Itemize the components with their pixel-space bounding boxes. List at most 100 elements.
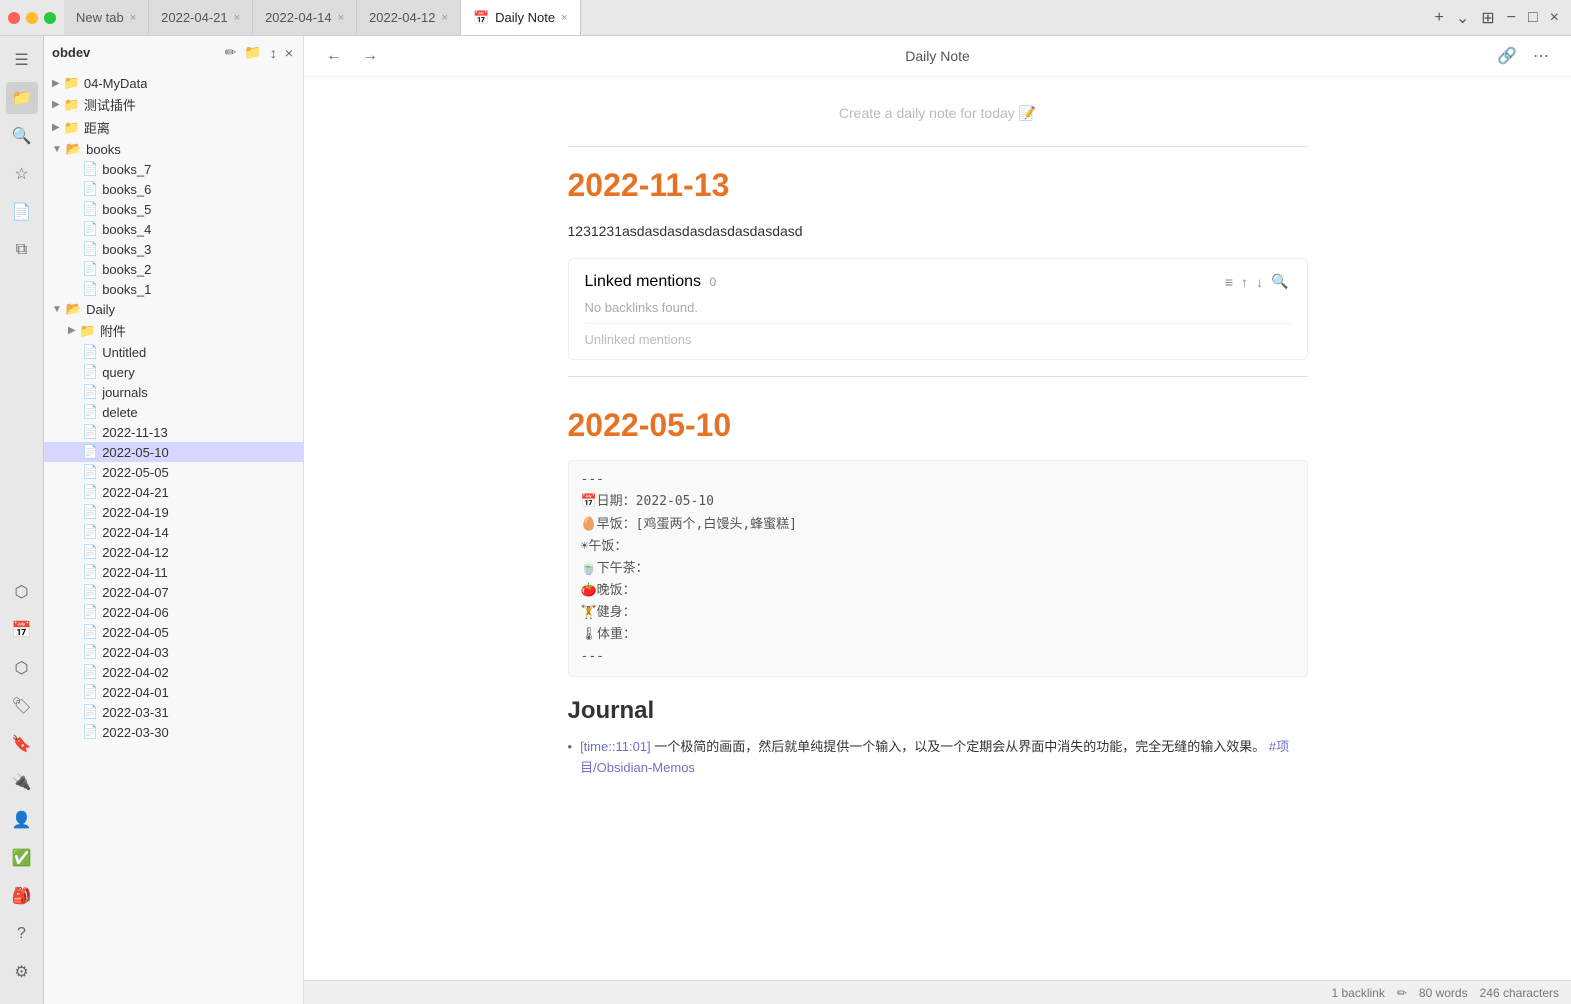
file-icon: 📄 [82, 484, 98, 500]
tree-item-2022-04-11[interactable]: 📄2022-04-11 [44, 562, 303, 582]
tree-item-books_6[interactable]: 📄books_6 [44, 179, 303, 199]
tree-item-books_3[interactable]: 📄books_3 [44, 239, 303, 259]
tree-item-2022-04-02[interactable]: 📄2022-04-02 [44, 662, 303, 682]
star-icon[interactable]: ☆ [6, 158, 38, 190]
tags-icon[interactable]: 🏷 [6, 690, 38, 722]
file-icon: 📄 [82, 404, 98, 420]
new-tab-button[interactable]: + [1430, 7, 1447, 29]
tab-close-2022-04-14[interactable]: × [338, 12, 344, 24]
sort-asc-button[interactable]: ↑ [1239, 271, 1250, 292]
close-window-button[interactable] [8, 12, 20, 24]
tree-item-2022-04-03[interactable]: 📄2022-04-03 [44, 642, 303, 662]
person-icon[interactable]: 👤 [6, 804, 38, 836]
search-backlinks-button[interactable]: 🔍 [1269, 271, 1290, 292]
tab-daily-note[interactable]: 📅Daily Note× [461, 0, 581, 35]
tree-item-2022-11-13[interactable]: 📄2022-11-13 [44, 422, 303, 442]
file-icon: 📄 [82, 384, 98, 400]
forward-button[interactable]: → [356, 45, 384, 67]
tree-item-2022-05-05[interactable]: 📄2022-05-05 [44, 462, 303, 482]
file-icon: 📄 [82, 544, 98, 560]
tree-item-距离[interactable]: ▶📁距离 [44, 116, 303, 139]
file-icon: 📄 [82, 644, 98, 660]
tree-arrow-icon: ▶ [68, 325, 76, 336]
tree-item-2022-03-30[interactable]: 📄2022-03-30 [44, 722, 303, 742]
link-button[interactable]: 🔗 [1491, 44, 1523, 68]
new-folder-button[interactable]: 📁 [242, 42, 263, 63]
help-icon[interactable]: ? [6, 918, 38, 950]
bookmark-icon[interactable]: 🔖 [6, 728, 38, 760]
linked-mentions-title: Linked mentions 0 [585, 273, 717, 291]
split-view-button[interactable]: ⊞ [1477, 6, 1498, 30]
tree-item-2022-05-10[interactable]: 📄2022-05-10 [44, 442, 303, 462]
tree-item-books[interactable]: ▼📂books [44, 139, 303, 159]
words-status: 80 words [1419, 986, 1468, 1000]
tree-arrow-icon: ▶ [52, 78, 60, 89]
time-link[interactable]: [time::11:01] [580, 739, 651, 754]
tree-item-2022-04-01[interactable]: 📄2022-04-01 [44, 682, 303, 702]
tree-item-2022-04-19[interactable]: 📄2022-04-19 [44, 502, 303, 522]
sort-button[interactable]: ↕ [268, 42, 279, 63]
note-body-1: 1231231asdasdasdasdasdasdasdasd [568, 220, 1308, 242]
close-button[interactable]: × [1546, 7, 1563, 29]
minimize-window-button[interactable] [26, 12, 38, 24]
tab-new-tab[interactable]: New tab× [64, 0, 149, 35]
tab-close-2022-04-21[interactable]: × [234, 12, 240, 24]
more-button[interactable]: ⋯ [1527, 44, 1555, 68]
tab-2022-04-12[interactable]: 2022-04-12× [357, 0, 461, 35]
tree-item-2022-04-07[interactable]: 📄2022-04-07 [44, 582, 303, 602]
content-area: ← → Daily Note 🔗 ⋯ Create a daily note f… [304, 36, 1571, 1004]
tab-close-new-tab[interactable]: × [130, 12, 136, 24]
search-icon[interactable]: 🔍 [6, 120, 38, 152]
graph-icon[interactable]: ⬡ [6, 576, 38, 608]
section-divider [568, 376, 1308, 377]
tree-item-测试插件[interactable]: ▶📁测试插件 [44, 93, 303, 116]
tab-list-button[interactable]: ⌄ [1452, 6, 1473, 30]
tree-item-2022-04-06[interactable]: 📄2022-04-06 [44, 602, 303, 622]
tree-item-Untitled[interactable]: 📄Untitled [44, 342, 303, 362]
checklist-icon[interactable]: ✅ [6, 842, 38, 874]
plugins-icon[interactable]: 🔌 [6, 766, 38, 798]
frontmatter-block: ---📅日期：2022-05-10🥚早饭：[鸡蛋两个,白馒头,蜂蜜糕]☀午饭：🍵… [568, 460, 1308, 677]
tree-label: books_1 [102, 282, 151, 297]
tree-item-books_1[interactable]: 📄books_1 [44, 279, 303, 299]
list-view-button[interactable]: ≡ [1223, 271, 1235, 292]
settings-icon[interactable]: ⚙ [6, 956, 38, 988]
restore-button[interactable]: □ [1524, 7, 1542, 29]
tab-2022-04-14[interactable]: 2022-04-14× [253, 0, 357, 35]
new-note-button[interactable]: ✏ [223, 42, 239, 63]
tab-2022-04-21[interactable]: 2022-04-21× [149, 0, 253, 35]
create-daily-note[interactable]: Create a daily note for today 📝 [568, 97, 1308, 138]
backpack-icon[interactable]: 🎒 [6, 880, 38, 912]
files-icon[interactable]: 📁 [6, 82, 38, 114]
tree-item-journals[interactable]: 📄journals [44, 382, 303, 402]
back-button[interactable]: ← [320, 45, 348, 67]
tree-item-delete[interactable]: 📄delete [44, 402, 303, 422]
connections-icon[interactable]: ⬡ [6, 652, 38, 684]
tab-close-daily-note[interactable]: × [561, 12, 567, 24]
tree-item-Daily[interactable]: ▼📂Daily [44, 299, 303, 319]
tree-item-query[interactable]: 📄query [44, 362, 303, 382]
calendar-icon[interactable]: 📅 [6, 614, 38, 646]
tree-item-2022-04-21[interactable]: 📄2022-04-21 [44, 482, 303, 502]
collapse-button[interactable]: × [283, 42, 295, 63]
tree-item-books_7[interactable]: 📄books_7 [44, 159, 303, 179]
maximize-window-button[interactable] [44, 12, 56, 24]
sort-desc-button[interactable]: ↓ [1254, 271, 1265, 292]
sidebar-toggle-icon[interactable]: ☰ [6, 44, 38, 76]
tab-close-2022-04-12[interactable]: × [442, 12, 448, 24]
tree-item-2022-04-14[interactable]: 📄2022-04-14 [44, 522, 303, 542]
tree-item-2022-04-05[interactable]: 📄2022-04-05 [44, 622, 303, 642]
file-icon: 📄 [82, 444, 98, 460]
minimize-button[interactable]: − [1503, 7, 1520, 29]
tree-item-books_5[interactable]: 📄books_5 [44, 199, 303, 219]
copy-icon[interactable]: ⧉ [6, 234, 38, 266]
tree-item-books_4[interactable]: 📄books_4 [44, 219, 303, 239]
tree-item-books_2[interactable]: 📄books_2 [44, 259, 303, 279]
tree-item-04-MyData[interactable]: ▶📁04-MyData [44, 73, 303, 93]
sidebar: obdev ✏ 📁 ↕ × ▶📁04-MyData▶📁测试插件▶📁距离▼📂boo… [44, 36, 304, 1004]
tree-item-2022-03-31[interactable]: 📄2022-03-31 [44, 702, 303, 722]
note-icon[interactable]: 📄 [6, 196, 38, 228]
tree-item-附件[interactable]: ▶📁附件 [44, 319, 303, 342]
status-bar: 1 backlink ✏ 80 words 246 characters [304, 980, 1571, 1004]
tree-item-2022-04-12[interactable]: 📄2022-04-12 [44, 542, 303, 562]
